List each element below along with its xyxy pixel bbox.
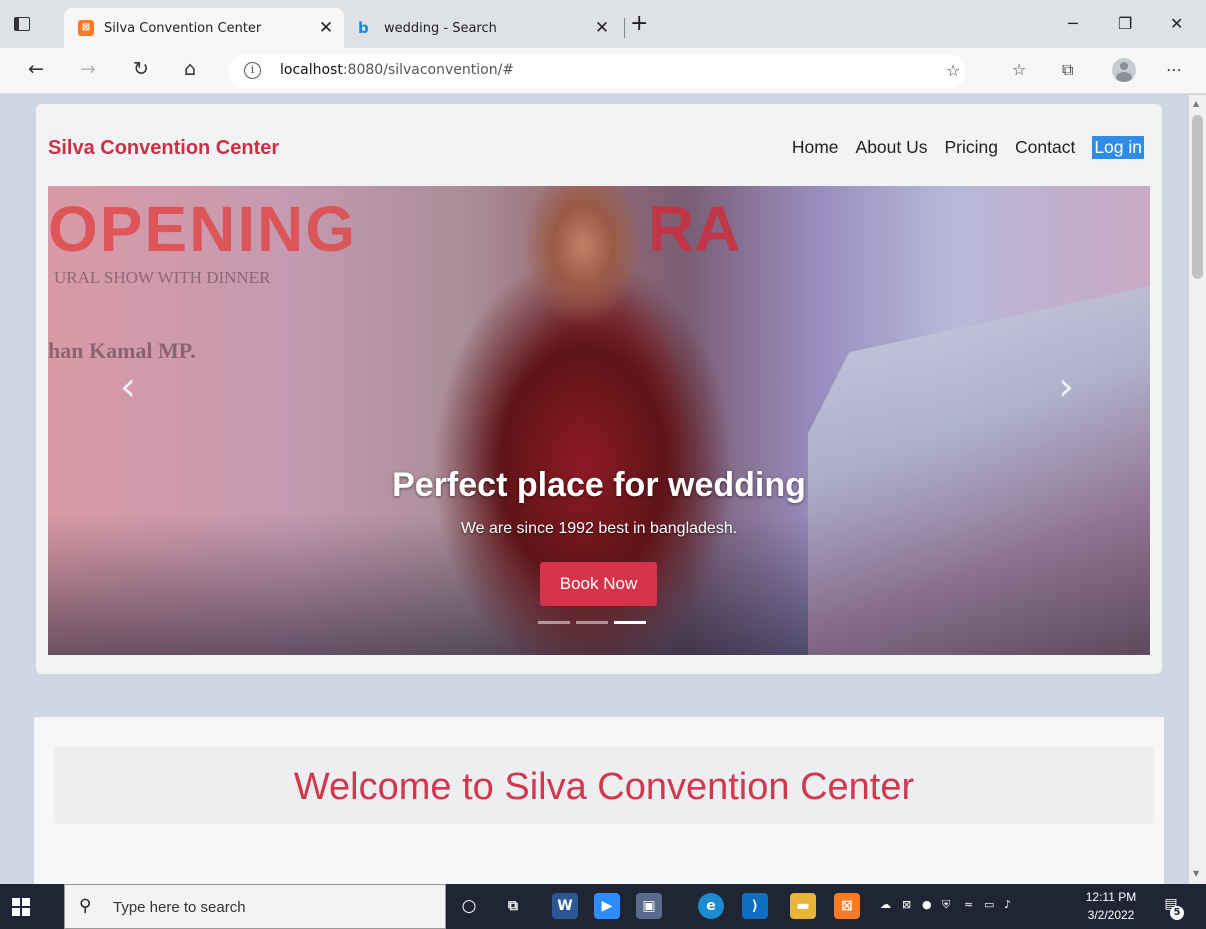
carousel-indicator[interactable] [576, 621, 608, 624]
nav-about-us[interactable]: About Us [856, 137, 928, 159]
taskbar-search-field[interactable]: ⚲ Type here to search [64, 884, 446, 929]
tab-title: wedding - Search [384, 20, 497, 36]
nav-home[interactable]: Home [792, 137, 839, 159]
profile-avatar[interactable] [1112, 58, 1136, 82]
edge-icon[interactable]: e [698, 893, 724, 919]
onedrive-icon[interactable]: ☁ [880, 898, 891, 911]
windows-taskbar: ⚲ Type here to search ○ ⧉ W ▶ ▣ e ⟩ ▬ ⊠ … [0, 884, 1206, 929]
taskbar-clock[interactable]: 12:11 PM 3/2/2022 [1076, 888, 1146, 924]
url-path: :8080/silvaconvention/# [342, 62, 515, 78]
address-toolbar: ← → ↻ ⌂ i localhost:8080/silvaconvention… [0, 48, 1206, 94]
page-scrollbar[interactable]: ▲ ▼ [1189, 95, 1206, 884]
more-menu-icon[interactable]: ⋯ [1166, 60, 1182, 79]
carousel-indicator[interactable] [538, 621, 570, 624]
tab-title: Silva Convention Center [104, 20, 262, 36]
slide-bg-text: OPENING [48, 193, 358, 265]
bing-icon: b [358, 19, 369, 37]
clock-time: 12:11 PM [1085, 890, 1137, 904]
hero-title: Perfect place for wedding [392, 466, 806, 504]
clock-date: 3/2/2022 [1087, 908, 1135, 922]
notification-count: 5 [1170, 906, 1184, 920]
forward-button[interactable]: → [80, 58, 96, 80]
carousel-indicators [538, 621, 646, 624]
vscode-icon[interactable]: ⟩ [742, 893, 768, 919]
refresh-button[interactable]: ↻ [133, 58, 149, 80]
login-link[interactable]: Log in [1092, 136, 1144, 159]
hero-carousel: OPENING URAL SHOW WITH DINNER han Kamal … [48, 186, 1150, 655]
book-now-button[interactable]: Book Now [540, 562, 657, 606]
volume-icon[interactable]: ♪ [1004, 898, 1011, 911]
task-view-icon[interactable]: ⧉ [500, 893, 526, 919]
back-button[interactable]: ← [28, 58, 44, 80]
restore-button[interactable]: ❐ [1118, 14, 1132, 33]
scroll-down-icon[interactable]: ▼ [1193, 869, 1199, 878]
slide-bg-text: han Kamal MP. [48, 338, 196, 363]
search-icon: ⚲ [79, 896, 92, 916]
carousel-next-icon[interactable]: › [1058, 364, 1074, 410]
security-icon[interactable]: ⛨ [942, 898, 950, 912]
tab-wedding-search[interactable]: b wedding - Search ✕ [344, 8, 620, 48]
favorite-star-icon[interactable]: ☆ [946, 61, 960, 80]
hero-subtitle: We are since 1992 best in bangladesh. [460, 520, 738, 537]
nav-pricing[interactable]: Pricing [945, 137, 999, 159]
welcome-section: Welcome to Silva Convention Center [34, 717, 1164, 884]
url-host: localhost [280, 62, 343, 78]
close-window-button[interactable]: ✕ [1170, 14, 1183, 33]
site-brand[interactable]: Silva Convention Center [48, 137, 279, 160]
wifi-icon[interactable]: ≈ [964, 898, 973, 911]
info-icon[interactable]: i [244, 62, 261, 79]
browser-tab-bar: ⊠ Silva Convention Center ✕ b wedding - … [0, 0, 1206, 48]
nav-contact[interactable]: Contact [1015, 137, 1075, 159]
xampp-tray-icon[interactable]: ⊠ [902, 898, 911, 911]
tab-actions-icon[interactable] [14, 17, 30, 31]
carousel-indicator-active[interactable] [614, 621, 646, 624]
file-explorer-icon[interactable]: ▬ [790, 893, 816, 919]
xampp-icon: ⊠ [78, 20, 94, 36]
battery-icon[interactable]: ▭ [984, 898, 994, 911]
new-tab-button[interactable]: + [630, 13, 648, 35]
zoom-icon[interactable]: ▶ [594, 893, 620, 919]
scroll-up-icon[interactable]: ▲ [1193, 99, 1199, 108]
tab-silva-convention[interactable]: ⊠ Silva Convention Center ✕ [64, 8, 344, 48]
scroll-thumb[interactable] [1192, 115, 1203, 279]
url-text: localhost:8080/silvaconvention/# [280, 62, 514, 78]
collections-icon[interactable]: ⧉ [1062, 60, 1073, 80]
site-navbar: Silva Convention Center Home About Us Pr… [36, 104, 1162, 176]
cortana-icon[interactable]: ○ [456, 893, 482, 919]
page-viewport: Silva Convention Center Home About Us Pr… [0, 95, 1189, 884]
carousel-prev-icon[interactable]: ‹ [120, 364, 136, 410]
welcome-title: Welcome to Silva Convention Center [293, 766, 915, 808]
slide-bg-text: URAL SHOW WITH DINNER [54, 268, 271, 287]
remote-desktop-icon[interactable]: ▣ [636, 893, 662, 919]
windows-start-icon[interactable] [12, 898, 30, 916]
url-field[interactable]: i localhost:8080/silvaconvention/# ☆ [228, 54, 966, 88]
close-icon[interactable]: ✕ [316, 18, 336, 38]
word-icon[interactable]: W [552, 893, 578, 919]
welcome-banner: Welcome to Silva Convention Center [54, 746, 1154, 824]
nav-links: Home About Us Pricing Contact Log in [775, 136, 1144, 159]
minimize-button[interactable]: ─ [1068, 14, 1078, 33]
close-icon[interactable]: ✕ [592, 18, 612, 38]
favorites-icon[interactable]: ☆ [1012, 60, 1026, 79]
tab-separator [624, 18, 625, 38]
home-button[interactable]: ⌂ [184, 58, 196, 80]
tray-app-icon[interactable]: ● [922, 898, 932, 911]
search-placeholder: Type here to search [113, 899, 246, 916]
xampp-taskbar-icon[interactable]: ⊠ [834, 893, 860, 919]
hero-card: OPENING URAL SHOW WITH DINNER han Kamal … [36, 176, 1162, 674]
